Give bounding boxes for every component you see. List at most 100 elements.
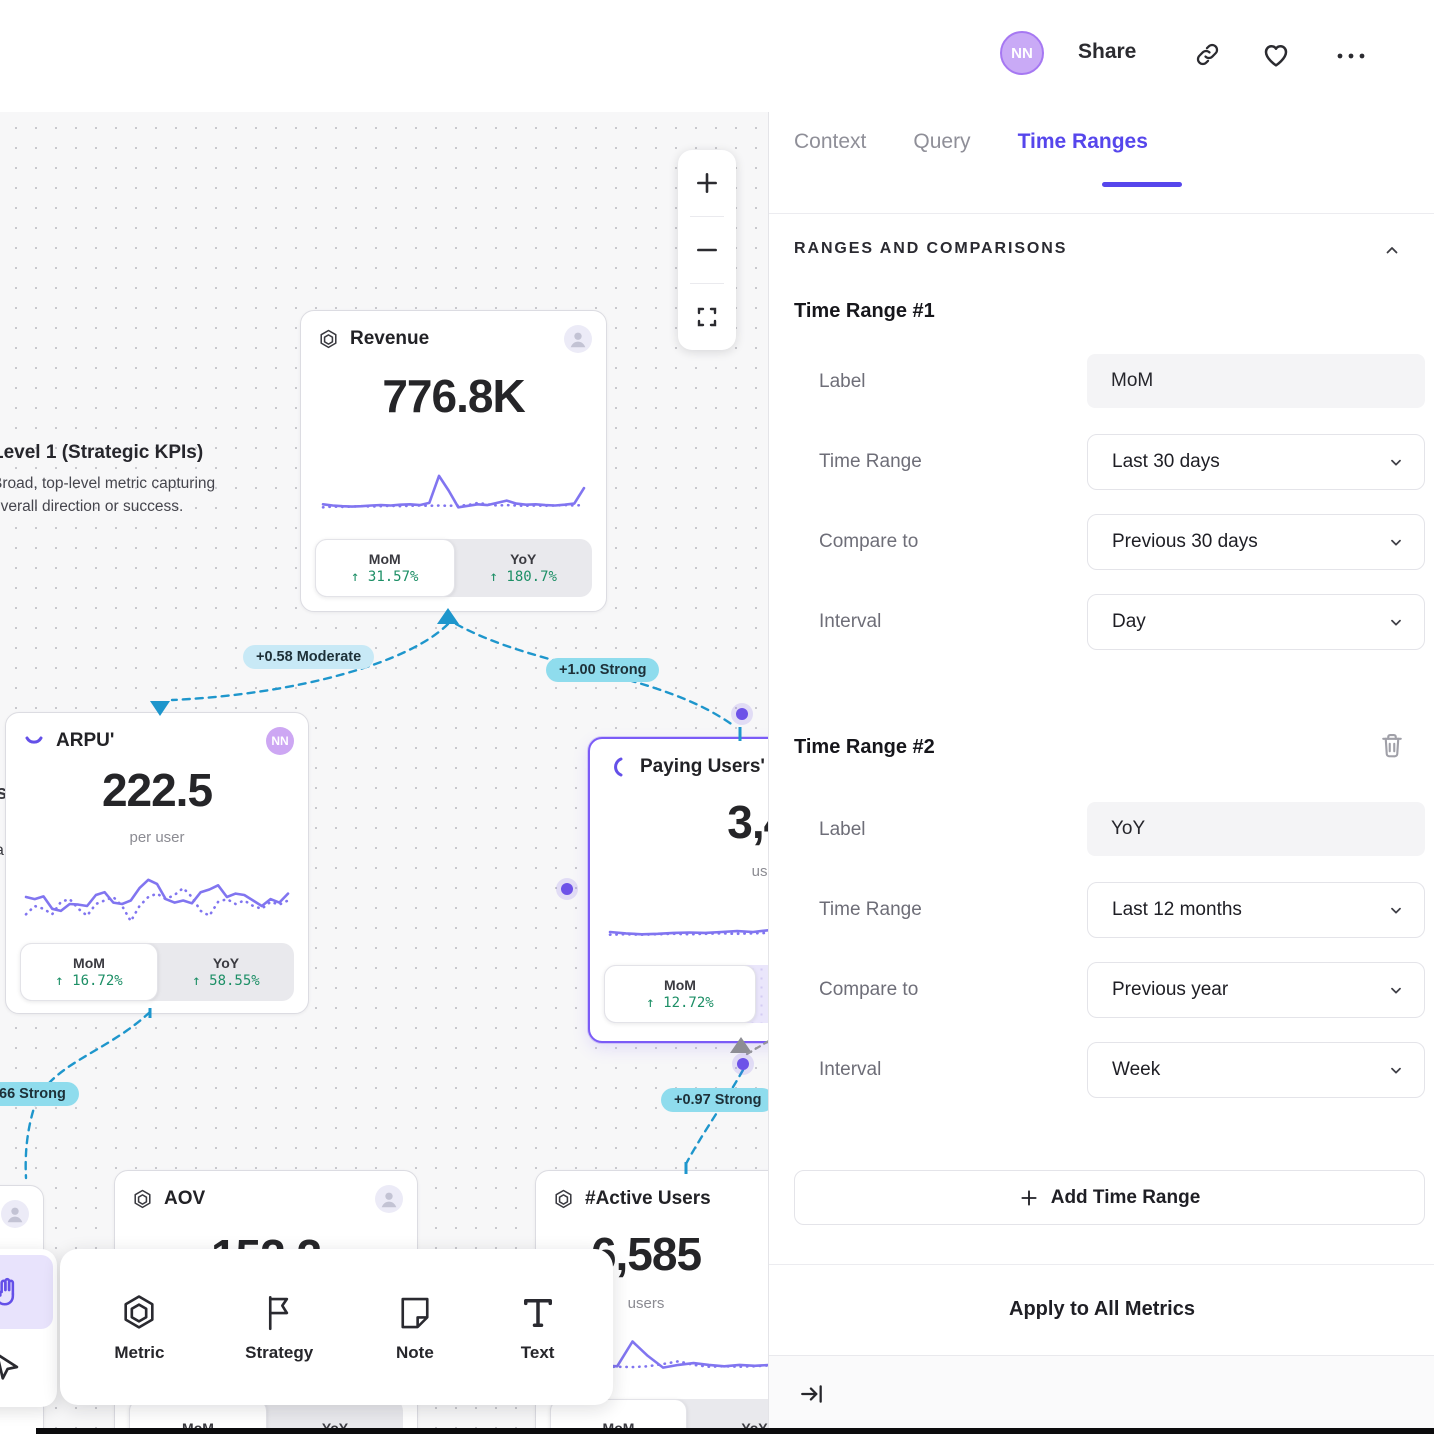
flag-icon — [258, 1292, 300, 1334]
panel-footer — [769, 1355, 1434, 1434]
chevron-up-icon[interactable] — [1383, 242, 1401, 260]
card-title: ARPU' — [56, 730, 114, 752]
chevron-down-icon — [1388, 1062, 1404, 1078]
copy-link-icon[interactable] — [1194, 41, 1221, 68]
collapse-panel-icon[interactable] — [799, 1381, 825, 1407]
range2-interval-select[interactable]: Week — [1087, 1042, 1425, 1098]
yoy-pill[interactable] — [756, 965, 768, 1023]
note-icon — [394, 1292, 436, 1334]
connection-handle[interactable] — [556, 878, 578, 900]
range2-interval-key: Interval — [819, 1042, 1059, 1098]
range1-interval-key: Interval — [819, 594, 1059, 650]
range2-compare-key: Compare to — [819, 962, 1059, 1018]
topbar: NN Share — [0, 0, 1434, 112]
add-strategy-button[interactable]: Strategy — [245, 1292, 313, 1363]
add-note-button[interactable]: Note — [394, 1292, 436, 1363]
section-header: RANGES AND COMPARISONS — [794, 240, 1067, 258]
range1-compare-select[interactable]: Previous 30 days — [1087, 514, 1425, 570]
comparison-pills: MoM ↑ 12.72% — [604, 965, 768, 1023]
zoom-in-button[interactable] — [678, 150, 736, 216]
connection-handle[interactable] — [732, 1053, 754, 1075]
correlation-label[interactable]: +1.00 Strong — [546, 658, 659, 682]
mom-pill[interactable]: MoM ↑ 31.57% — [315, 539, 455, 597]
zoom-out-button[interactable] — [678, 217, 736, 283]
canvas-toolbar: Metric Strategy Note Text — [60, 1249, 613, 1405]
bottom-screen-edge — [36, 1428, 1434, 1434]
metric-card-paying-users[interactable]: Paying Users' 3,49 users MoM ↑ 12.72% — [588, 737, 768, 1043]
metric-hexagon-icon — [552, 1188, 575, 1211]
connection-handle[interactable] — [731, 703, 753, 725]
select-tool-button[interactable] — [0, 1333, 53, 1401]
delete-range-trash-icon[interactable] — [1377, 730, 1407, 760]
sparkline — [24, 861, 290, 939]
range2-label-input[interactable]: YoY — [1087, 802, 1425, 856]
metric-unit: users — [620, 863, 768, 880]
range1-label-key: Label — [819, 354, 1059, 410]
loading-spinner-icon — [22, 729, 46, 753]
tab-context[interactable]: Context — [794, 130, 866, 154]
loading-spinner-icon — [606, 755, 630, 779]
active-tab-indicator — [1102, 182, 1182, 187]
range1-title: Time Range #1 — [794, 300, 935, 323]
level1-annotation: Level 1 (Strategic KPIs) Broad, top-leve… — [0, 442, 242, 519]
metric-hexagon-icon — [131, 1188, 154, 1211]
apply-to-all-metrics-button[interactable]: Apply to All Metrics — [769, 1264, 1434, 1354]
metric-card-revenue[interactable]: Revenue 776.8K MoM ↑ 31.57% YoY ↑ 180.7% — [300, 310, 607, 612]
metric-value: 776.8K — [301, 369, 606, 423]
annotation-title: Level 1 (Strategic KPIs) — [0, 442, 242, 464]
correlation-label[interactable]: +0.97 Strong — [661, 1088, 768, 1112]
owner-avatar-nn: NN — [266, 727, 294, 755]
add-metric-button[interactable]: Metric — [114, 1292, 164, 1363]
owner-avatar-icon — [1, 1200, 29, 1228]
range1-label-input[interactable]: MoM — [1087, 354, 1425, 408]
sparkline — [608, 891, 768, 945]
more-options-icon[interactable] — [1335, 48, 1367, 64]
annotation-description: Broad, top-level metric capturing overal… — [0, 472, 242, 519]
edge-paying-active — [686, 1070, 743, 1164]
chevron-down-icon — [1388, 454, 1404, 470]
mom-pill[interactable]: MoM ↑ 16.72% — [20, 943, 158, 1001]
sparkline — [321, 469, 586, 515]
tab-query[interactable]: Query — [913, 130, 970, 154]
chevron-down-icon — [1388, 902, 1404, 918]
hand-tool-button[interactable] — [0, 1255, 53, 1329]
tool-column — [0, 1249, 57, 1407]
comparison-pills: MoM ↑ 31.57% YoY ↑ 180.7% — [315, 539, 592, 597]
zoom-control — [678, 150, 736, 350]
range1-time-range-select[interactable]: Last 30 days — [1087, 434, 1425, 490]
metric-hexagon-icon — [317, 328, 340, 351]
range2-label-key: Label — [819, 802, 1059, 858]
correlation-label[interactable]: 66 Strong — [0, 1082, 79, 1106]
range2-time-range-key: Time Range — [819, 882, 1059, 938]
metric-value: 3,49 — [620, 795, 768, 849]
range2-time-range-select[interactable]: Last 12 months — [1087, 882, 1425, 938]
yoy-pill[interactable]: YoY ↑ 180.7% — [455, 539, 593, 597]
tab-time-ranges[interactable]: Time Ranges — [1018, 130, 1148, 154]
metric-tree-canvas[interactable]: Level 1 (Strategic KPIs) Broad, top-leve… — [0, 112, 768, 1434]
card-title: #Active Users — [585, 1188, 711, 1210]
range1-interval-select[interactable]: Day — [1087, 594, 1425, 650]
chevron-down-icon — [1388, 534, 1404, 550]
metric-value: 222.5 — [6, 763, 308, 817]
share-button[interactable]: Share — [1078, 40, 1136, 64]
add-text-button[interactable]: Text — [517, 1292, 559, 1363]
cursor-icon — [0, 1350, 24, 1384]
favorite-heart-icon[interactable] — [1261, 40, 1291, 70]
mom-pill[interactable]: MoM ↑ 12.72% — [604, 965, 756, 1023]
card-title: Paying Users' — [640, 756, 765, 778]
metric-card-arpu[interactable]: ARPU' NN 222.5 per user MoM ↑ 16.72% YoY… — [5, 712, 309, 1014]
text-icon — [517, 1292, 559, 1334]
user-avatar[interactable]: NN — [1000, 31, 1044, 75]
chevron-down-icon — [1388, 614, 1404, 630]
clipped-text-fragment: a — [0, 842, 4, 860]
correlation-label[interactable]: +0.58 Moderate — [243, 645, 374, 669]
owner-avatar-icon — [564, 325, 592, 353]
yoy-pill[interactable]: YoY ↑ 58.55% — [158, 943, 294, 1001]
owner-avatar-icon — [375, 1185, 403, 1213]
chevron-down-icon — [1388, 982, 1404, 998]
metric-unit: per user — [6, 829, 308, 846]
card-title: AOV — [164, 1188, 205, 1210]
range2-compare-select[interactable]: Previous year — [1087, 962, 1425, 1018]
add-time-range-button[interactable]: Add Time Range — [794, 1170, 1425, 1225]
fit-view-button[interactable] — [678, 284, 736, 350]
